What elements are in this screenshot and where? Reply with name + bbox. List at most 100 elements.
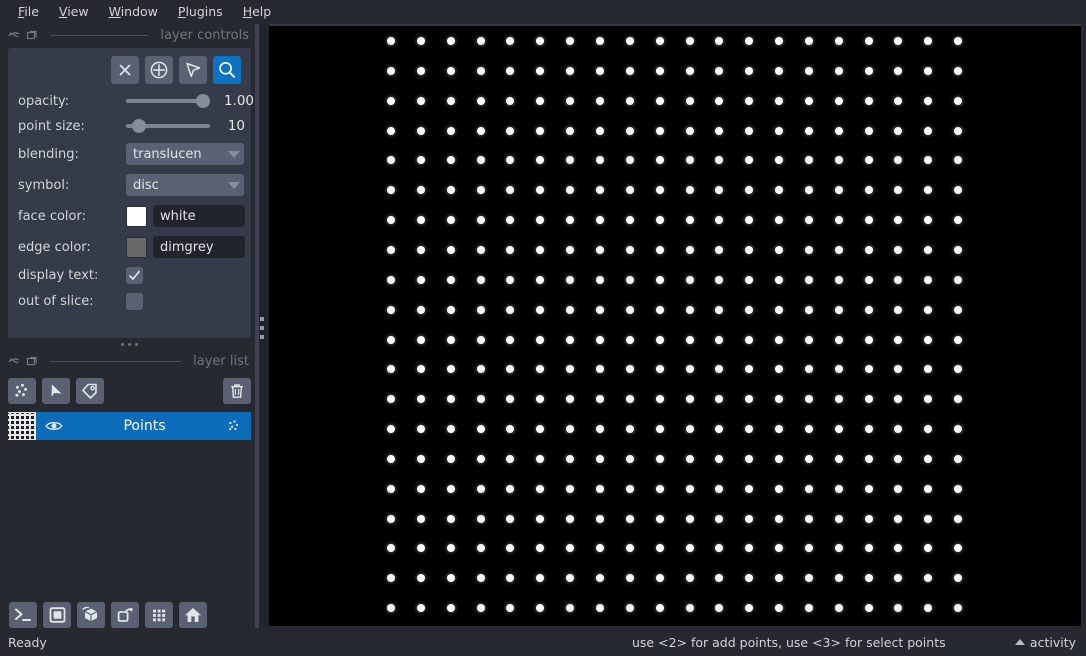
canvas-point[interactable] <box>655 37 664 45</box>
canvas-point[interactable] <box>506 126 515 135</box>
canvas-point[interactable] <box>536 186 545 195</box>
canvas-point[interactable] <box>476 365 485 374</box>
canvas-point[interactable] <box>625 186 634 195</box>
canvas-point[interactable] <box>476 216 485 225</box>
canvas-point[interactable] <box>864 365 873 374</box>
canvas-point[interactable] <box>745 425 754 434</box>
viewer-canvas[interactable] <box>269 26 1081 626</box>
canvas-point[interactable] <box>834 484 843 493</box>
canvas-point[interactable] <box>685 305 694 314</box>
canvas-point[interactable] <box>416 335 425 344</box>
canvas-point[interactable] <box>387 484 395 493</box>
canvas-point[interactable] <box>864 245 873 254</box>
canvas-point[interactable] <box>745 335 754 344</box>
activity-button[interactable]: activity <box>1014 628 1076 656</box>
canvas-point[interactable] <box>715 275 724 284</box>
canvas-point[interactable] <box>655 574 664 583</box>
canvas-point[interactable] <box>387 216 395 225</box>
canvas-point[interactable] <box>655 484 664 493</box>
canvas-point[interactable] <box>536 66 545 75</box>
canvas-point[interactable] <box>685 216 694 225</box>
canvas-point[interactable] <box>566 365 575 374</box>
canvas-point[interactable] <box>625 126 634 135</box>
canvas-point[interactable] <box>506 216 515 225</box>
canvas-point[interactable] <box>685 425 694 434</box>
canvas-point[interactable] <box>536 454 545 463</box>
canvas-point[interactable] <box>894 305 903 314</box>
canvas-point[interactable] <box>685 574 694 583</box>
canvas-point[interactable] <box>685 484 694 493</box>
canvas-point[interactable] <box>625 365 634 374</box>
canvas-point[interactable] <box>745 484 754 493</box>
canvas-point[interactable] <box>595 37 604 45</box>
canvas-point[interactable] <box>506 425 515 434</box>
canvas-point[interactable] <box>446 156 455 165</box>
canvas-point[interactable] <box>894 245 903 254</box>
canvas-point[interactable] <box>715 514 724 523</box>
display-text-checkbox[interactable] <box>126 267 143 284</box>
canvas-point[interactable] <box>506 484 515 493</box>
canvas-point[interactable] <box>924 126 933 135</box>
canvas-point[interactable] <box>625 156 634 165</box>
canvas-point[interactable] <box>506 37 515 45</box>
canvas-point[interactable] <box>924 305 933 314</box>
canvas-point[interactable] <box>595 365 604 374</box>
canvas-point[interactable] <box>924 216 933 225</box>
canvas-point[interactable] <box>416 514 425 523</box>
canvas-point[interactable] <box>804 425 813 434</box>
canvas-point[interactable] <box>954 454 963 463</box>
canvas-point[interactable] <box>566 37 575 45</box>
canvas-point[interactable] <box>834 365 843 374</box>
canvas-point[interactable] <box>894 544 903 553</box>
canvas-point[interactable] <box>745 245 754 254</box>
canvas-point[interactable] <box>625 454 634 463</box>
canvas-point[interactable] <box>894 216 903 225</box>
canvas-point[interactable] <box>625 335 634 344</box>
canvas-point[interactable] <box>476 425 485 434</box>
canvas-point[interactable] <box>536 156 545 165</box>
canvas-point[interactable] <box>625 395 634 404</box>
canvas-point[interactable] <box>775 186 784 195</box>
canvas-point[interactable] <box>775 514 784 523</box>
dock-float-icon[interactable] <box>8 355 20 367</box>
canvas-point[interactable] <box>566 425 575 434</box>
canvas-point[interactable] <box>804 305 813 314</box>
canvas-point[interactable] <box>864 454 873 463</box>
pan-zoom-button[interactable] <box>213 56 241 84</box>
canvas-point[interactable] <box>476 544 485 553</box>
canvas-point[interactable] <box>566 245 575 254</box>
canvas-point[interactable] <box>775 425 784 434</box>
canvas-point[interactable] <box>745 216 754 225</box>
canvas-point[interactable] <box>595 126 604 135</box>
canvas-point[interactable] <box>924 544 933 553</box>
canvas-point[interactable] <box>924 365 933 374</box>
canvas-point[interactable] <box>476 66 485 75</box>
canvas-point[interactable] <box>595 216 604 225</box>
canvas-point[interactable] <box>387 395 395 404</box>
canvas-point[interactable] <box>387 275 395 284</box>
canvas-point[interactable] <box>834 305 843 314</box>
canvas-point[interactable] <box>595 186 604 195</box>
canvas-point[interactable] <box>745 454 754 463</box>
dock-popout-icon[interactable] <box>26 355 38 367</box>
select-points-button[interactable] <box>179 56 207 84</box>
dock-float-icon[interactable] <box>8 29 20 41</box>
canvas-point[interactable] <box>954 126 963 135</box>
canvas-point[interactable] <box>446 514 455 523</box>
face-color-swatch[interactable] <box>126 205 147 227</box>
canvas-point[interactable] <box>775 544 784 553</box>
canvas-point[interactable] <box>566 275 575 284</box>
canvas-point[interactable] <box>566 484 575 493</box>
canvas-point[interactable] <box>954 216 963 225</box>
canvas-point[interactable] <box>655 454 664 463</box>
canvas-point[interactable] <box>775 335 784 344</box>
canvas-point[interactable] <box>954 37 963 45</box>
canvas-point[interactable] <box>566 66 575 75</box>
new-shapes-layer-button[interactable] <box>42 378 70 404</box>
canvas-point[interactable] <box>894 186 903 195</box>
new-points-layer-button[interactable] <box>8 378 36 404</box>
console-button[interactable] <box>9 602 37 628</box>
canvas-point[interactable] <box>745 37 754 45</box>
canvas-point[interactable] <box>446 216 455 225</box>
canvas-point[interactable] <box>446 186 455 195</box>
